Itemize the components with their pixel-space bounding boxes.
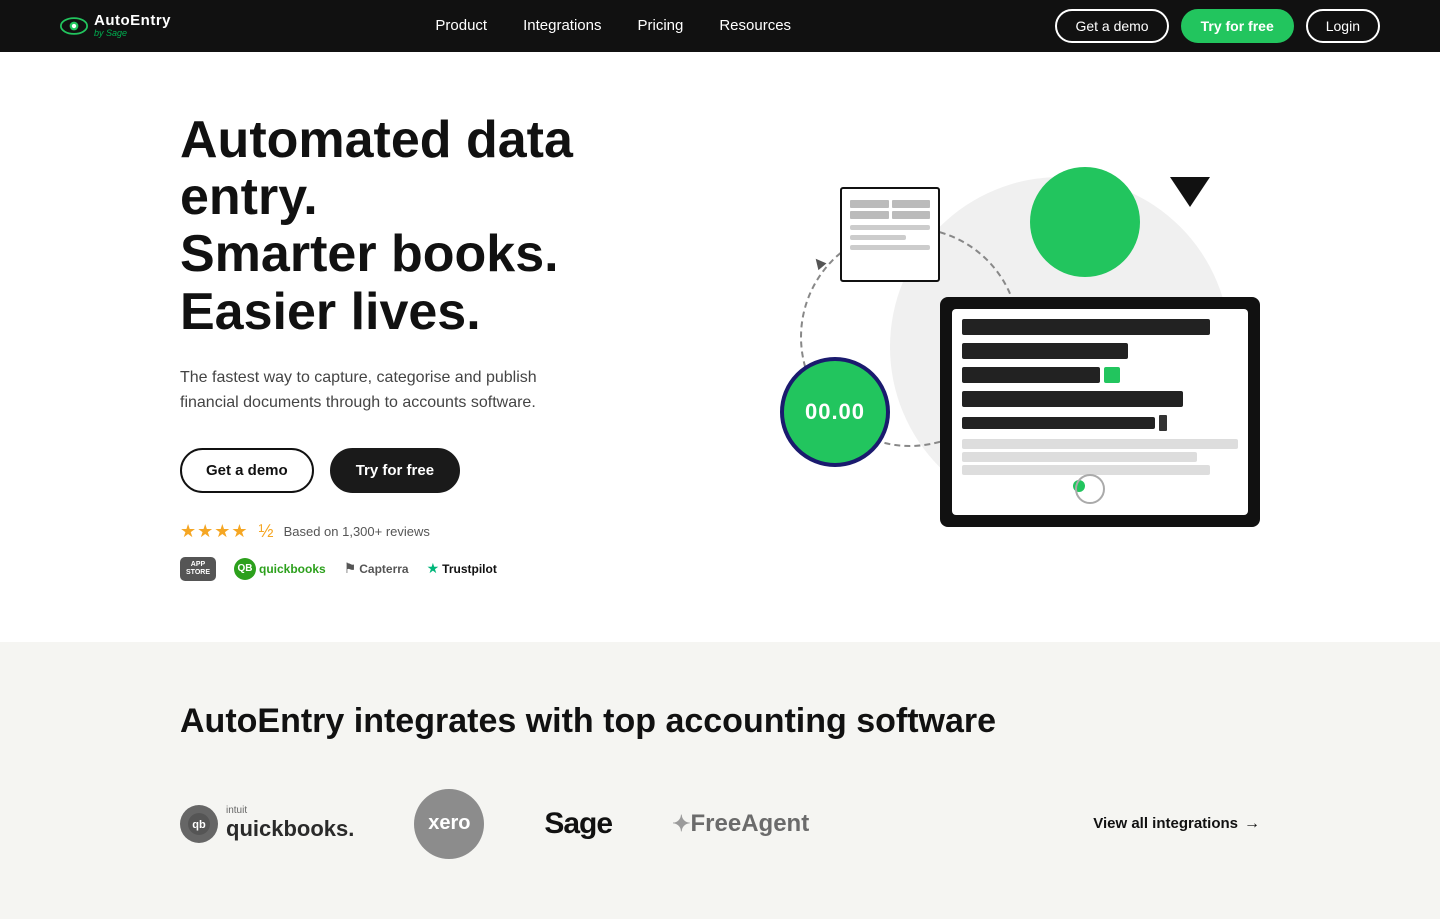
integration-xero: xero (414, 789, 484, 859)
integrations-section: AutoEntry integrates with top accounting… (0, 642, 1440, 919)
nav-pricing[interactable]: Pricing (637, 17, 683, 34)
arrow-right-icon: → (1244, 815, 1260, 833)
try-for-free-nav-button[interactable]: Try for free (1181, 9, 1294, 43)
hero-buttons: Get a demo Try for free (180, 448, 680, 493)
integration-quickbooks: qb intuit quickbooks. (180, 805, 354, 843)
logo-icon (60, 17, 88, 35)
triangle-icon (1170, 177, 1210, 207)
view-all-integrations-link[interactable]: View all integrations → (1093, 815, 1260, 833)
integration-sage: Sage (544, 807, 612, 841)
appstore-logo: APP STORE (180, 556, 216, 582)
integrations-logos: qb intuit quickbooks. xero Sage ✦FreeAge… (180, 789, 1260, 859)
partner-logos: APP STORE QB quickbooks ⚑ Capterra ★ Tru… (180, 556, 680, 582)
star-rating: ★★★★ (180, 521, 249, 542)
svg-text:qb: qb (192, 819, 206, 831)
nav-actions: Get a demo Try for free Login (1055, 9, 1380, 43)
hero-section: Automated data entry. Smarter books. Eas… (0, 52, 1440, 642)
integration-freeagent: ✦FreeAgent (672, 810, 809, 838)
nav-integrations[interactable]: Integrations (523, 17, 601, 34)
main-nav: AutoEntry by Sage Product Integrations P… (0, 0, 1440, 52)
document-icon (840, 187, 940, 282)
hero-heading: Automated data entry. Smarter books. Eas… (180, 112, 680, 341)
capterra-logo: ⚑ Capterra (344, 556, 409, 582)
quickbooks-logo: QB quickbooks (234, 556, 326, 582)
hero-illustration: ▲ ▲ ▲ (740, 147, 1260, 547)
hero-subtext: The fastest way to capture, categorise a… (180, 365, 580, 416)
logo[interactable]: AutoEntry by Sage (60, 13, 171, 39)
logo-text: AutoEntry by Sage (94, 13, 171, 39)
review-count: Based on 1,300+ reviews (284, 524, 430, 539)
get-demo-button[interactable]: Get a demo (1055, 9, 1168, 43)
hero-try-free-button[interactable]: Try for free (330, 448, 460, 493)
nav-resources[interactable]: Resources (719, 17, 791, 34)
hero-get-demo-button[interactable]: Get a demo (180, 448, 314, 493)
price-circle: 00.00 (780, 357, 890, 467)
reviews-row: ★★★★½ Based on 1,300+ reviews (180, 521, 680, 542)
green-blob (1030, 167, 1140, 277)
hero-content: Automated data entry. Smarter books. Eas… (180, 112, 680, 582)
trustpilot-logo: ★ Trustpilot (427, 556, 497, 582)
nav-links: Product Integrations Pricing Resources (435, 17, 791, 35)
login-button[interactable]: Login (1306, 9, 1380, 43)
nav-product[interactable]: Product (435, 17, 487, 34)
integrations-heading: AutoEntry integrates with top accounting… (180, 702, 1260, 741)
dot-ring (1075, 474, 1105, 504)
